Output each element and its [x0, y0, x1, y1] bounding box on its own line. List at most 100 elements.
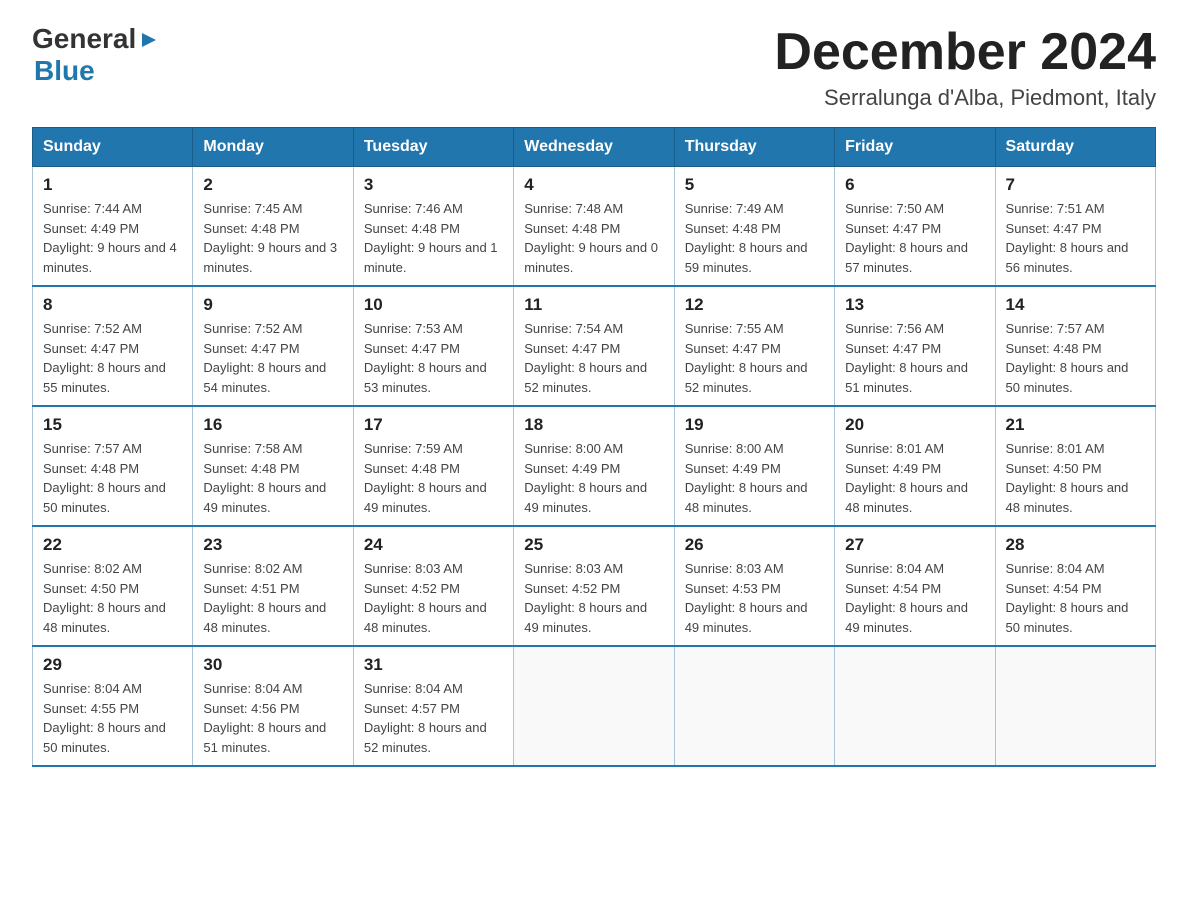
weekday-header-friday: Friday	[835, 128, 995, 167]
weekday-header-thursday: Thursday	[674, 128, 834, 167]
day-number: 2	[203, 175, 342, 195]
calendar-day-cell: 25Sunrise: 8:03 AMSunset: 4:52 PMDayligh…	[514, 526, 674, 646]
calendar-week-row: 8 Sunrise: 7:52 AMSunset: 4:47 PMDaylight…	[33, 286, 1156, 406]
calendar-day-cell: 15 Sunrise: 7:57 AMSunset: 4:48 PMDayligh…	[33, 406, 193, 526]
day-number: 20	[845, 415, 984, 435]
day-number: 14	[1006, 295, 1145, 315]
calendar-day-cell: 31 Sunrise: 8:04 AMSunset: 4:57 PMDayligh…	[353, 646, 513, 766]
day-info: Sunrise: 8:02 AMSunset: 4:50 PMDaylight:…	[43, 559, 182, 637]
calendar-day-cell: 10 Sunrise: 7:53 AMSunset: 4:47 PMDayligh…	[353, 286, 513, 406]
day-info: Sunrise: 7:45 AMSunset: 4:48 PMDaylight:…	[203, 199, 342, 277]
calendar-day-cell: 8Sunrise: 7:52 AMSunset: 4:47 PMDaylight…	[33, 286, 193, 406]
day-info: Sunrise: 7:57 AMSunset: 4:48 PMDaylight:…	[1006, 319, 1145, 397]
day-number: 18	[524, 415, 663, 435]
day-number: 26	[685, 535, 824, 555]
weekday-header-saturday: Saturday	[995, 128, 1155, 167]
calendar-day-cell: 1 Sunrise: 7:44 AMSunset: 4:49 PMDaylight…	[33, 167, 193, 287]
calendar-week-row: 29 Sunrise: 8:04 AMSunset: 4:55 PMDayligh…	[33, 646, 1156, 766]
calendar-day-cell: 22 Sunrise: 8:02 AMSunset: 4:50 PMDayligh…	[33, 526, 193, 646]
day-info: Sunrise: 8:04 AMSunset: 4:55 PMDaylight:…	[43, 679, 182, 757]
calendar-day-cell: 21 Sunrise: 8:01 AMSunset: 4:50 PMDayligh…	[995, 406, 1155, 526]
day-info: Sunrise: 8:04 AMSunset: 4:54 PMDaylight:…	[845, 559, 984, 637]
calendar-day-cell: 20 Sunrise: 8:01 AMSunset: 4:49 PMDayligh…	[835, 406, 995, 526]
day-info: Sunrise: 7:53 AMSunset: 4:47 PMDaylight:…	[364, 319, 503, 397]
day-number: 31	[364, 655, 503, 675]
calendar-day-cell: 2 Sunrise: 7:45 AMSunset: 4:48 PMDaylight…	[193, 167, 353, 287]
day-number: 22	[43, 535, 182, 555]
day-number: 27	[845, 535, 984, 555]
day-number: 29	[43, 655, 182, 675]
day-info: Sunrise: 8:04 AMSunset: 4:54 PMDaylight:…	[1006, 559, 1145, 637]
calendar-day-cell: 11 Sunrise: 7:54 AMSunset: 4:47 PMDayligh…	[514, 286, 674, 406]
calendar-week-row: 22 Sunrise: 8:02 AMSunset: 4:50 PMDayligh…	[33, 526, 1156, 646]
day-info: Sunrise: 8:04 AMSunset: 4:56 PMDaylight:…	[203, 679, 342, 757]
logo-arrow-icon	[138, 29, 160, 51]
day-info: Sunrise: 7:51 AMSunset: 4:47 PMDaylight:…	[1006, 199, 1145, 277]
day-number: 9	[203, 295, 342, 315]
title-area: December 2024 Serralunga d'Alba, Piedmon…	[774, 24, 1156, 111]
day-number: 10	[364, 295, 503, 315]
day-info: Sunrise: 7:50 AMSunset: 4:47 PMDaylight:…	[845, 199, 984, 277]
calendar-day-cell: 4Sunrise: 7:48 AMSunset: 4:48 PMDaylight…	[514, 167, 674, 287]
day-number: 21	[1006, 415, 1145, 435]
weekday-header-wednesday: Wednesday	[514, 128, 674, 167]
day-info: Sunrise: 7:55 AMSunset: 4:47 PMDaylight:…	[685, 319, 824, 397]
calendar-day-cell: 6 Sunrise: 7:50 AMSunset: 4:47 PMDaylight…	[835, 167, 995, 287]
day-number: 8	[43, 295, 182, 315]
day-info: Sunrise: 8:03 AMSunset: 4:52 PMDaylight:…	[524, 559, 663, 637]
calendar-day-cell: 7 Sunrise: 7:51 AMSunset: 4:47 PMDaylight…	[995, 167, 1155, 287]
day-info: Sunrise: 8:00 AMSunset: 4:49 PMDaylight:…	[524, 439, 663, 517]
day-info: Sunrise: 7:44 AMSunset: 4:49 PMDaylight:…	[43, 199, 182, 277]
day-number: 13	[845, 295, 984, 315]
day-info: Sunrise: 8:03 AMSunset: 4:53 PMDaylight:…	[685, 559, 824, 637]
calendar-day-cell: 27 Sunrise: 8:04 AMSunset: 4:54 PMDayligh…	[835, 526, 995, 646]
day-number: 16	[203, 415, 342, 435]
day-info: Sunrise: 8:01 AMSunset: 4:50 PMDaylight:…	[1006, 439, 1145, 517]
calendar-week-row: 1 Sunrise: 7:44 AMSunset: 4:49 PMDaylight…	[33, 167, 1156, 287]
day-number: 6	[845, 175, 984, 195]
day-number: 3	[364, 175, 503, 195]
calendar-day-cell: 26 Sunrise: 8:03 AMSunset: 4:53 PMDayligh…	[674, 526, 834, 646]
day-info: Sunrise: 7:56 AMSunset: 4:47 PMDaylight:…	[845, 319, 984, 397]
day-info: Sunrise: 8:02 AMSunset: 4:51 PMDaylight:…	[203, 559, 342, 637]
calendar-day-cell: 17 Sunrise: 7:59 AMSunset: 4:48 PMDayligh…	[353, 406, 513, 526]
logo: General Blue	[32, 24, 160, 87]
calendar-day-cell: 23 Sunrise: 8:02 AMSunset: 4:51 PMDayligh…	[193, 526, 353, 646]
calendar-day-cell	[674, 646, 834, 766]
location-title: Serralunga d'Alba, Piedmont, Italy	[774, 85, 1156, 111]
day-number: 7	[1006, 175, 1145, 195]
calendar-day-cell: 14 Sunrise: 7:57 AMSunset: 4:48 PMDayligh…	[995, 286, 1155, 406]
calendar-day-cell: 13 Sunrise: 7:56 AMSunset: 4:47 PMDayligh…	[835, 286, 995, 406]
day-number: 15	[43, 415, 182, 435]
day-info: Sunrise: 7:48 AMSunset: 4:48 PMDaylight:…	[524, 199, 663, 277]
page-header: General Blue December 2024 Serralunga d'…	[32, 24, 1156, 111]
logo-text-general: General	[32, 24, 136, 55]
month-title: December 2024	[774, 24, 1156, 81]
day-info: Sunrise: 8:01 AMSunset: 4:49 PMDaylight:…	[845, 439, 984, 517]
calendar-day-cell: 18 Sunrise: 8:00 AMSunset: 4:49 PMDayligh…	[514, 406, 674, 526]
day-number: 11	[524, 295, 663, 315]
day-number: 23	[203, 535, 342, 555]
calendar-day-cell: 9 Sunrise: 7:52 AMSunset: 4:47 PMDaylight…	[193, 286, 353, 406]
day-number: 28	[1006, 535, 1145, 555]
weekday-header-tuesday: Tuesday	[353, 128, 513, 167]
day-number: 17	[364, 415, 503, 435]
calendar-day-cell: 12Sunrise: 7:55 AMSunset: 4:47 PMDayligh…	[674, 286, 834, 406]
day-info: Sunrise: 8:00 AMSunset: 4:49 PMDaylight:…	[685, 439, 824, 517]
calendar-day-cell: 5Sunrise: 7:49 AMSunset: 4:48 PMDaylight…	[674, 167, 834, 287]
calendar-day-cell: 19Sunrise: 8:00 AMSunset: 4:49 PMDayligh…	[674, 406, 834, 526]
day-info: Sunrise: 8:03 AMSunset: 4:52 PMDaylight:…	[364, 559, 503, 637]
calendar-day-cell: 30Sunrise: 8:04 AMSunset: 4:56 PMDayligh…	[193, 646, 353, 766]
weekday-header-monday: Monday	[193, 128, 353, 167]
day-info: Sunrise: 7:54 AMSunset: 4:47 PMDaylight:…	[524, 319, 663, 397]
day-number: 1	[43, 175, 182, 195]
calendar-day-cell: 24Sunrise: 8:03 AMSunset: 4:52 PMDayligh…	[353, 526, 513, 646]
calendar-day-cell: 28 Sunrise: 8:04 AMSunset: 4:54 PMDayligh…	[995, 526, 1155, 646]
day-info: Sunrise: 7:46 AMSunset: 4:48 PMDaylight:…	[364, 199, 503, 277]
day-info: Sunrise: 7:59 AMSunset: 4:48 PMDaylight:…	[364, 439, 503, 517]
calendar-day-cell: 3 Sunrise: 7:46 AMSunset: 4:48 PMDaylight…	[353, 167, 513, 287]
day-info: Sunrise: 7:57 AMSunset: 4:48 PMDaylight:…	[43, 439, 182, 517]
calendar-day-cell	[995, 646, 1155, 766]
day-info: Sunrise: 7:52 AMSunset: 4:47 PMDaylight:…	[203, 319, 342, 397]
day-info: Sunrise: 8:04 AMSunset: 4:57 PMDaylight:…	[364, 679, 503, 757]
